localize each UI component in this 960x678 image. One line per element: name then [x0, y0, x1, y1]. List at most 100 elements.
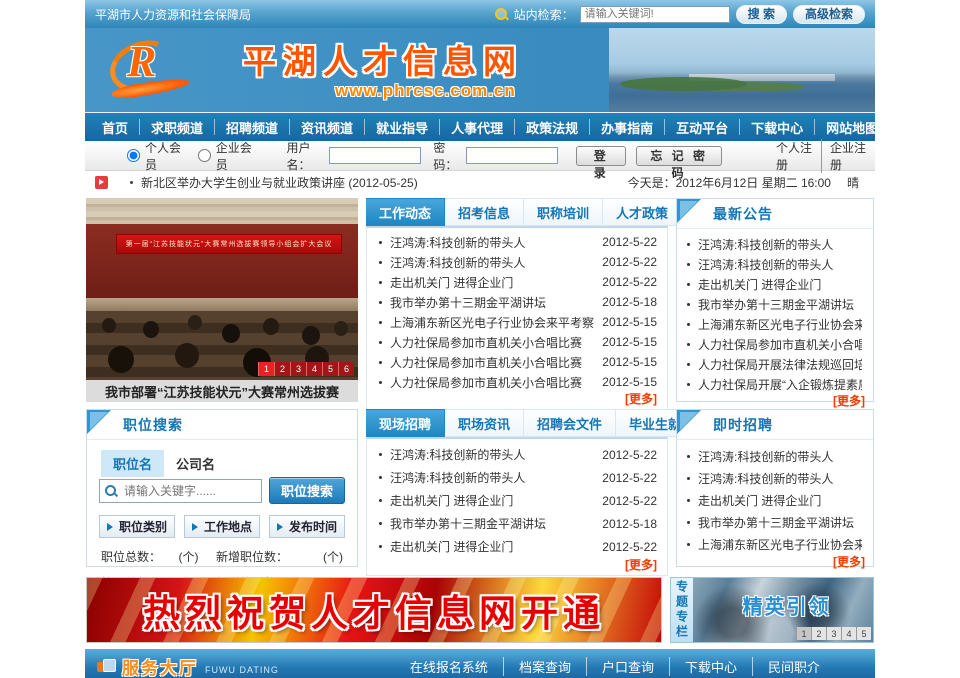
news2-tab[interactable]: 招聘会文件 [524, 409, 616, 437]
job-search-tab[interactable]: 公司名 [164, 450, 227, 477]
banner-trees [620, 77, 748, 91]
announcement-link[interactable]: 人力社保局开展法律法规巡回培训 [698, 356, 862, 373]
nav-link[interactable]: 招聘频道 [226, 118, 278, 137]
announcement-link[interactable]: 汪鸿涛:科技创新的带头人 [698, 256, 833, 273]
nav-link[interactable]: 求职频道 [151, 118, 203, 137]
news-link[interactable]: 上海浦东新区光电子行业协会来平考察 [390, 314, 594, 331]
keyword-input[interactable] [99, 479, 262, 503]
news-link[interactable]: 走出机关门 进得企业门 [390, 274, 513, 291]
nav-link[interactable]: 互动平台 [676, 118, 728, 137]
photo-caption[interactable]: 我市部署“江苏技能状元”大赛常州选拔赛 [86, 380, 358, 402]
instant-jobs-header: 即时招聘 [677, 410, 873, 440]
nav-link[interactable]: 办事指南 [601, 118, 653, 137]
banner-scenery-photo [609, 28, 875, 113]
announcements-body: 汪鸿涛:科技创新的带头人 汪鸿涛:科技创新的带头人 走出机关门 进得企业门 [677, 229, 873, 411]
service-link[interactable]: 档案查询 [504, 657, 587, 676]
topic-banner[interactable]: 专题专栏 精英引领 1 2 3 4 5 [670, 577, 874, 643]
news-link[interactable]: 人力社保局参加市直机关小合唱比赛 [390, 334, 582, 351]
filter-button[interactable]: 工作地点 [184, 515, 260, 538]
news1-tab[interactable]: 招考信息 [445, 198, 524, 226]
news-link[interactable]: 汪鸿涛:科技创新的带头人 [390, 234, 525, 251]
news-link[interactable]: 人力社保局参加市直机关小合唱比赛 [390, 374, 582, 391]
announcements-more-link[interactable]: [更多] [685, 394, 865, 409]
photo-page-button[interactable]: 6 [338, 362, 354, 376]
personal-member-radio[interactable] [127, 149, 140, 162]
advanced-search-button[interactable]: 高级检索 [793, 5, 865, 24]
filter-button[interactable]: 发布时间 [269, 515, 345, 538]
job-search-tab[interactable]: 职位名 [101, 450, 164, 477]
service-link[interactable]: 户口查询 [587, 657, 670, 676]
photo-page-button[interactable]: 2 [274, 362, 290, 376]
news-item: 人力社保局参加市直机关小合唱比赛 2012-5-15 [377, 372, 657, 392]
password-field[interactable] [466, 147, 558, 164]
instant-job-link[interactable]: 汪鸿涛:科技创新的带头人 [698, 448, 833, 465]
conference-photo[interactable]: 第一届“江苏技能状元”大赛常州选拔赛领导小组会扩大会议 [86, 198, 358, 380]
instant-job-link[interactable]: 我市举办第十三期金平湖讲坛 [698, 514, 854, 531]
announcement-link[interactable]: 汪鸿涛:科技创新的带头人 [698, 236, 833, 253]
instant-job-link[interactable]: 上海浦东新区光电子行业协会来平考 [698, 536, 862, 553]
news2-tab[interactable]: 现场招聘 [366, 409, 445, 437]
job-filters: 职位类别 工作地点 发布时间 [99, 515, 345, 538]
news1-tab[interactable]: 工作动态 [366, 198, 445, 226]
nav-link[interactable]: 就业指导 [376, 118, 428, 137]
ticker-headline-link[interactable]: 新北区举办大学生创业与就业政策讲座 (2012-05-25) [141, 174, 418, 191]
photo-page-button[interactable]: 3 [290, 362, 306, 376]
topic-page-button[interactable]: 2 [811, 627, 826, 640]
news-link[interactable]: 人力社保局参加市直机关小合唱比赛 [390, 354, 582, 371]
instant-job-link[interactable]: 走出机关门 进得企业门 [698, 492, 821, 509]
announcement-link[interactable]: 人力社保局开展“入企锻炼提素质” [698, 376, 862, 393]
news1-more-link[interactable]: [更多] [377, 392, 657, 407]
nav-link[interactable]: 下载中心 [751, 118, 803, 137]
company-register-link[interactable]: 企业注册 [822, 139, 875, 173]
service-link[interactable]: 下载中心 [670, 657, 753, 676]
job-search-button[interactable]: 职位搜索 [269, 477, 345, 504]
announcement-link[interactable]: 上海浦东新区光电子行业协会来平考 [698, 316, 862, 333]
nav-link[interactable]: 首页 [102, 118, 128, 137]
news2-more-link[interactable]: [更多] [377, 558, 657, 573]
announcement-link[interactable]: 走出机关门 进得企业门 [698, 276, 821, 293]
nav-link[interactable]: 政策法规 [526, 118, 578, 137]
topic-page-button[interactable]: 5 [856, 627, 871, 640]
site-search-input[interactable] [580, 6, 730, 23]
news-link[interactable]: 我市举办第十三期金平湖讲坛 [390, 515, 546, 532]
topic-page-button[interactable]: 4 [841, 627, 856, 640]
celebration-banner[interactable]: 热烈祝贺人才信息网开通 [86, 577, 662, 643]
photo-slideshow[interactable]: 第一届“江苏技能状元”大赛常州选拔赛领导小组会扩大会议 1 2 3 4 5 [86, 198, 358, 402]
service-link[interactable]: 在线报名系统 [395, 657, 504, 676]
nav-link[interactable]: 网站地图 [826, 118, 878, 137]
username-field[interactable] [329, 147, 421, 164]
announcement-link[interactable]: 我市举办第十三期金平湖讲坛 [698, 296, 854, 313]
news-link[interactable]: 汪鸿涛:科技创新的带头人 [390, 469, 525, 486]
news2-tab[interactable]: 职场资讯 [445, 409, 524, 437]
news-link[interactable]: 汪鸿涛:科技创新的带头人 [390, 254, 525, 271]
topic-banner-photo[interactable]: 精英引领 1 2 3 4 5 [693, 578, 873, 642]
search-button[interactable]: 搜 索 [736, 5, 787, 24]
instant-jobs-more-link[interactable]: [更多] [685, 555, 865, 570]
topic-page-button[interactable]: 1 [796, 627, 811, 640]
personal-member-option[interactable]: 个人会员 [127, 139, 182, 173]
personal-register-link[interactable]: 个人注册 [768, 139, 822, 173]
photo-page-button[interactable]: 5 [322, 362, 338, 376]
login-button[interactable]: 登 录 [576, 146, 626, 166]
ticker-arrow-icon[interactable] [95, 176, 108, 189]
photo-page-button[interactable]: 1 [258, 362, 274, 376]
topic-page-button[interactable]: 3 [826, 627, 841, 640]
news1-tab[interactable]: 人才政策 [603, 198, 682, 226]
announcement-link[interactable]: 人力社保局参加市直机关小合唱比赛 [698, 336, 862, 353]
bullet-icon [379, 261, 382, 264]
site-logo-icon[interactable]: R [109, 38, 234, 100]
filter-button[interactable]: 职位类别 [99, 515, 175, 538]
forgot-password-button[interactable]: 忘 记 密 码 [636, 146, 722, 166]
news-link[interactable]: 走出机关门 进得企业门 [390, 492, 513, 509]
service-link[interactable]: 民间职介 [753, 657, 835, 676]
nav-link[interactable]: 人事代理 [451, 118, 503, 137]
news-link[interactable]: 走出机关门 进得企业门 [390, 538, 513, 555]
news-link[interactable]: 汪鸿涛:科技创新的带头人 [390, 446, 525, 463]
instant-job-link[interactable]: 汪鸿涛:科技创新的带头人 [698, 470, 833, 487]
company-member-radio[interactable] [198, 149, 211, 162]
news-link[interactable]: 我市举办第十三期金平湖讲坛 [390, 294, 546, 311]
nav-link[interactable]: 资讯频道 [301, 118, 353, 137]
photo-page-button[interactable]: 4 [306, 362, 322, 376]
company-member-option[interactable]: 企业会员 [198, 139, 253, 173]
news1-tab[interactable]: 职称培训 [524, 198, 603, 226]
